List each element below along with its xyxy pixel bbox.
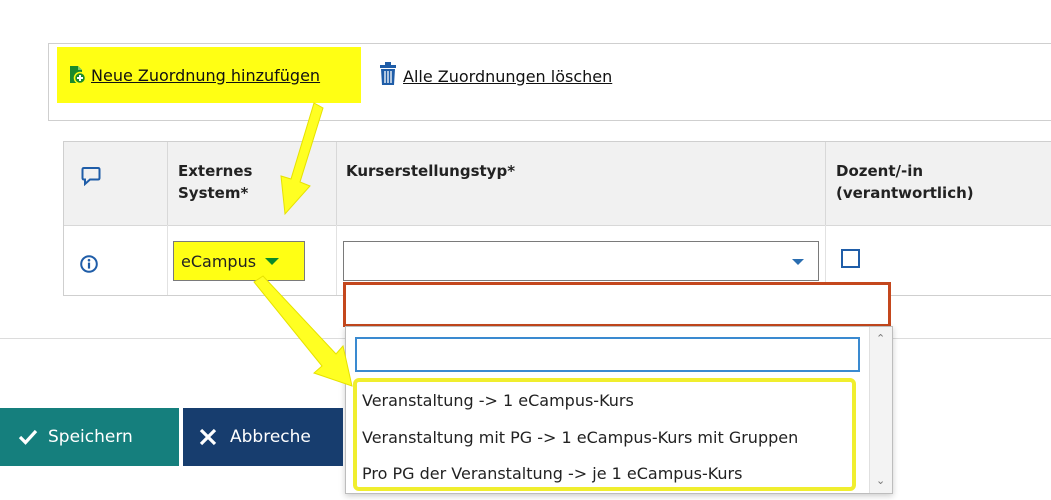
- focused-select-field[interactable]: [343, 282, 891, 327]
- checkmark-icon: [18, 429, 38, 445]
- dropdown-option[interactable]: Pro PG der Veranstaltung -> je 1 eCampus…: [362, 464, 742, 483]
- dropdown-scrollbar[interactable]: ⌃ ⌄: [869, 327, 892, 493]
- course-type-select[interactable]: [343, 241, 819, 281]
- chevron-down-icon: [265, 257, 280, 265]
- scroll-down-icon[interactable]: ⌄: [876, 475, 885, 487]
- course-type-dropdown: Veranstaltung -> 1 eCampus-Kurs Veransta…: [345, 326, 893, 494]
- lecturer-header: Dozent/-in (verantwortlich): [825, 142, 1051, 225]
- trash-icon: [378, 62, 398, 90]
- add-document-icon: [67, 65, 87, 85]
- save-button-label: Speichern: [48, 427, 133, 447]
- add-mapping-link[interactable]: Neue Zuordnung hinzufügen: [91, 66, 320, 85]
- external-system-select[interactable]: eCampus: [173, 241, 305, 281]
- lecturer-responsible-checkbox[interactable]: [841, 249, 860, 268]
- save-button[interactable]: Speichern: [0, 408, 179, 466]
- delete-all-action[interactable]: Alle Zuordnungen löschen: [378, 62, 612, 90]
- external-system-value: eCampus: [181, 251, 257, 271]
- external-system-header: Externes System*: [167, 142, 336, 225]
- add-mapping-action[interactable]: Neue Zuordnung hinzufügen: [57, 47, 361, 103]
- dropdown-search-input[interactable]: [355, 337, 860, 372]
- dropdown-option[interactable]: Veranstaltung mit PG -> 1 eCampus-Kurs m…: [362, 428, 798, 447]
- cancel-button-label: Abbreche: [230, 427, 311, 447]
- info-circle-icon[interactable]: [80, 255, 98, 277]
- lecturer-header-line1: Dozent/-in: [836, 162, 924, 180]
- cancel-button[interactable]: Abbreche: [183, 408, 343, 466]
- dropdown-option[interactable]: Veranstaltung -> 1 eCampus-Kurs: [362, 391, 634, 410]
- close-icon: [199, 428, 217, 446]
- dropdown-options: Veranstaltung -> 1 eCampus-Kurs Veransta…: [353, 378, 856, 491]
- chevron-down-icon: [792, 259, 804, 265]
- course-type-header: Kurserstellungstyp*: [336, 142, 825, 225]
- lecturer-header-line2: (verantwortlich): [836, 184, 974, 202]
- external-system-header-line2: System*: [178, 184, 249, 202]
- speech-bubble-icon[interactable]: [81, 166, 101, 192]
- table-header: Externes System* Kurserstellungstyp* Doz…: [64, 142, 1051, 226]
- external-system-header-line1: Externes: [178, 162, 253, 180]
- course-type-header-label: Kurserstellungstyp*: [346, 162, 516, 180]
- comment-column-header: [64, 142, 167, 225]
- scroll-up-icon[interactable]: ⌃: [876, 333, 885, 345]
- delete-all-link[interactable]: Alle Zuordnungen löschen: [403, 67, 612, 86]
